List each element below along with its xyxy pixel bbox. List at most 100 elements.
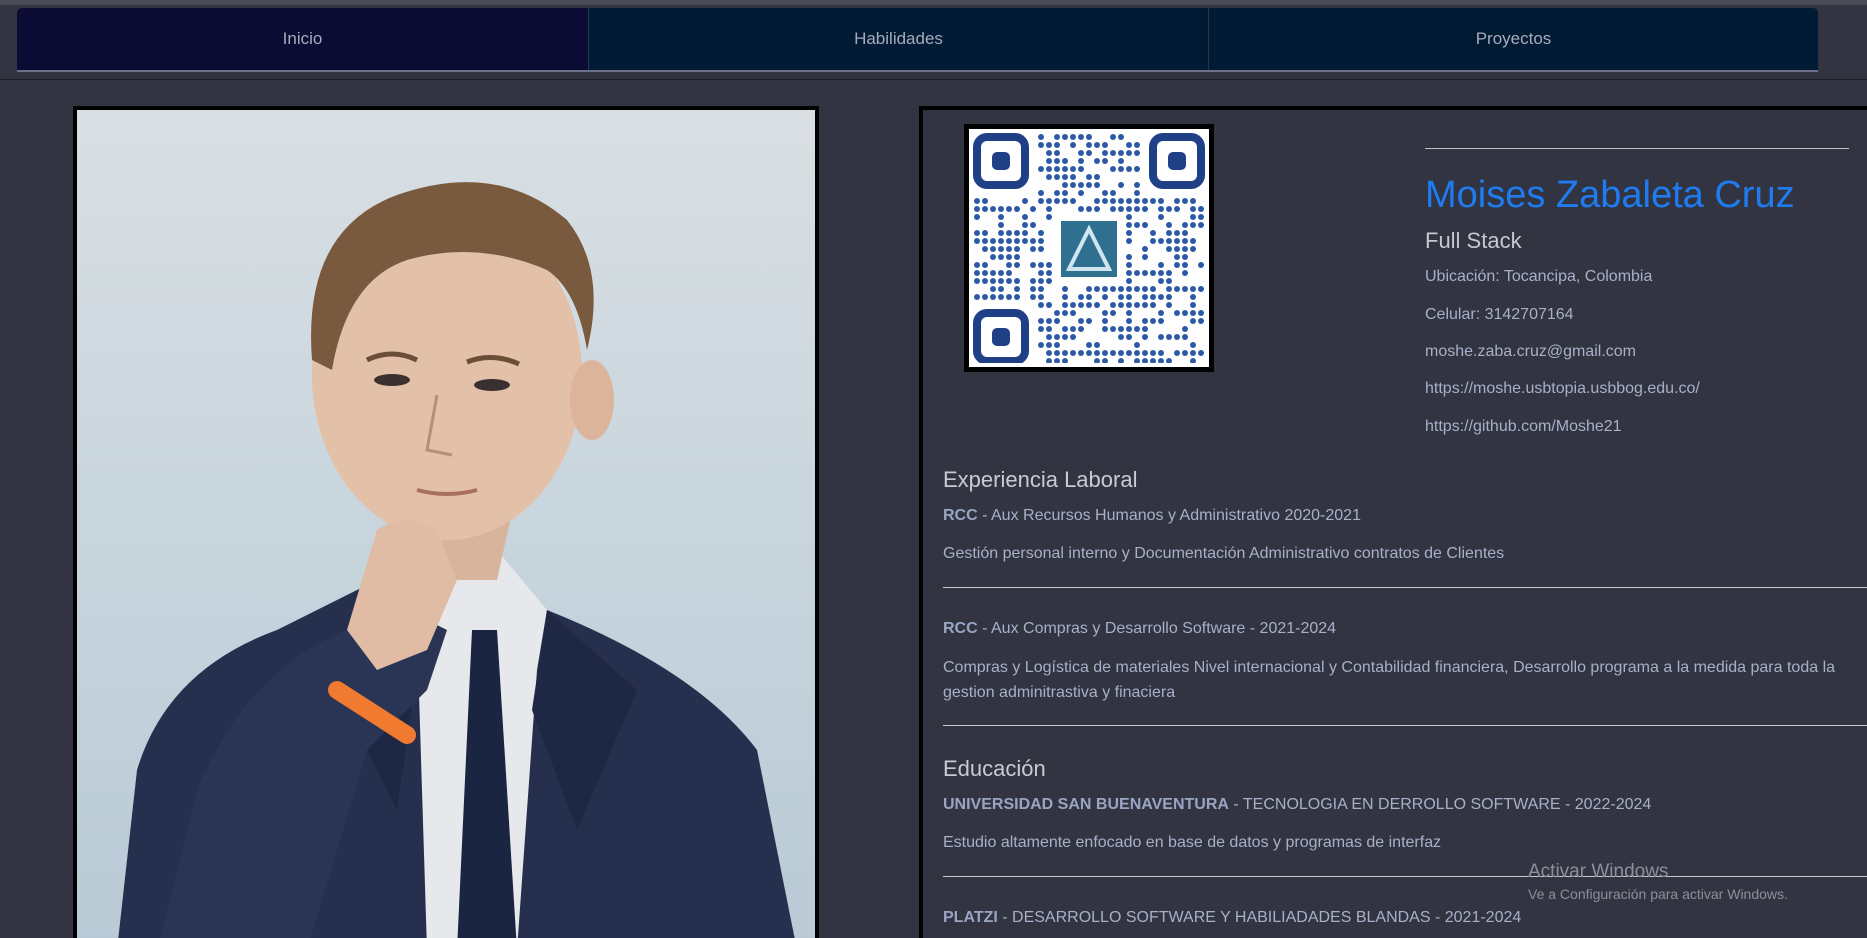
tab-proyectos[interactable]: Proyectos xyxy=(1208,8,1818,70)
profile-website-link[interactable]: https://moshe.usbtopia.usbbog.edu.co/ xyxy=(1425,380,1700,398)
qr-dot xyxy=(1054,310,1060,316)
qr-dot xyxy=(1166,286,1172,292)
qr-dot xyxy=(990,206,996,212)
qr-dot xyxy=(1198,222,1204,228)
qr-dot xyxy=(974,230,980,236)
qr-dot xyxy=(1046,158,1052,164)
qr-dot xyxy=(1142,246,1148,252)
qr-dot xyxy=(1190,222,1196,228)
tab-habilidades[interactable]: Habilidades xyxy=(588,8,1208,70)
qr-dot xyxy=(1174,286,1180,292)
profile-photo xyxy=(73,106,819,938)
qr-dot xyxy=(1134,142,1140,148)
qr-dot xyxy=(1126,310,1132,316)
qr-dot xyxy=(1038,166,1044,172)
experience-title: Experiencia Laboral xyxy=(943,467,1138,492)
qr-dot xyxy=(1014,262,1020,268)
qr-dot xyxy=(1094,182,1100,188)
qr-dot xyxy=(1054,358,1060,363)
qr-dot xyxy=(1190,302,1196,308)
qr-dot xyxy=(1150,230,1156,236)
qr-dot xyxy=(1158,278,1164,284)
experience-entry-heading: RCC - Aux Recursos Humanos y Administrat… xyxy=(943,507,1361,525)
qr-dot xyxy=(1038,238,1044,244)
tab-inicio[interactable]: Inicio xyxy=(17,8,588,70)
qr-dot xyxy=(1158,294,1164,300)
qr-dot xyxy=(1094,206,1100,212)
qr-dot xyxy=(1062,286,1068,292)
qr-dot xyxy=(1086,174,1092,180)
profile-card: Moises Zabaleta Cruz Full Stack Ubicació… xyxy=(919,106,1867,938)
qr-dot xyxy=(1126,270,1132,276)
education-title: Educación xyxy=(943,756,1046,781)
qr-dot xyxy=(998,238,1004,244)
education-school: UNIVERSIDAD SAN BUENAVENTURA xyxy=(943,796,1229,813)
qr-dot xyxy=(1126,278,1132,284)
profile-email[interactable]: moshe.zaba.cruz@gmail.com xyxy=(1425,343,1636,361)
qr-dot xyxy=(1022,198,1028,204)
qr-dot xyxy=(1126,142,1132,148)
qr-dot xyxy=(1054,166,1060,172)
qr-dot xyxy=(1014,286,1020,292)
qr-dot xyxy=(1110,150,1116,156)
qr-dot xyxy=(1118,294,1124,300)
qr-dot xyxy=(1142,334,1148,340)
experience-divider xyxy=(943,587,1867,588)
qr-dot xyxy=(1086,342,1092,348)
main-nav: Inicio Habilidades Proyectos xyxy=(17,8,1818,72)
qr-dot xyxy=(990,294,996,300)
qr-dot xyxy=(974,214,980,220)
qr-dot xyxy=(1134,358,1140,363)
qr-dot xyxy=(1166,246,1172,252)
qr-dot xyxy=(1094,174,1100,180)
qr-dot xyxy=(998,278,1004,284)
qr-code[interactable] xyxy=(964,124,1214,372)
qr-dot xyxy=(1046,278,1052,284)
profile-github-link[interactable]: https://github.com/Moshe21 xyxy=(1425,418,1622,436)
qr-dot xyxy=(1182,270,1188,276)
qr-dot xyxy=(1134,302,1140,308)
qr-dot xyxy=(1126,286,1132,292)
qr-dot xyxy=(1182,286,1188,292)
qr-dot xyxy=(1078,166,1084,172)
qr-dot xyxy=(1038,286,1044,292)
qr-dot xyxy=(1078,182,1084,188)
qr-dot xyxy=(1134,222,1140,228)
nav-divider xyxy=(0,79,1867,80)
qr-dot xyxy=(982,230,988,236)
qr-dot xyxy=(1150,198,1156,204)
qr-dot xyxy=(1062,358,1068,363)
qr-dot xyxy=(1118,166,1124,172)
qr-dot xyxy=(1198,318,1204,324)
qr-dot xyxy=(974,238,980,244)
education-divider xyxy=(943,876,1867,877)
qr-dot xyxy=(1126,350,1132,356)
qr-dot xyxy=(1118,286,1124,292)
qr-dot xyxy=(1054,158,1060,164)
qr-dot xyxy=(1142,270,1148,276)
qr-dot xyxy=(1150,270,1156,276)
experience-company: RCC xyxy=(943,620,978,637)
qr-dot xyxy=(1158,310,1164,316)
qr-dot xyxy=(1118,302,1124,308)
experience-entry-heading: RCC - Aux Compras y Desarrollo Software … xyxy=(943,620,1336,638)
qr-dot xyxy=(1054,350,1060,356)
qr-dot xyxy=(1046,334,1052,340)
education-detail: - TECNOLOGIA EN DERROLLO SOFTWARE - 2022… xyxy=(1228,796,1652,813)
qr-dot xyxy=(1190,246,1196,252)
qr-dot xyxy=(1182,198,1188,204)
qr-dot xyxy=(1134,286,1140,292)
qr-dot xyxy=(1182,326,1188,332)
qr-dot xyxy=(982,262,988,268)
qr-finder-core xyxy=(992,152,1010,170)
qr-dot xyxy=(1142,358,1148,363)
qr-dot xyxy=(1166,230,1172,236)
qr-dot xyxy=(990,238,996,244)
qr-dot xyxy=(1198,310,1204,316)
qr-dot xyxy=(1150,238,1156,244)
experience-company: RCC xyxy=(943,507,978,524)
qr-dot xyxy=(982,278,988,284)
qr-dot xyxy=(1182,334,1188,340)
qr-dot xyxy=(1142,198,1148,204)
qr-dot xyxy=(1086,318,1092,324)
